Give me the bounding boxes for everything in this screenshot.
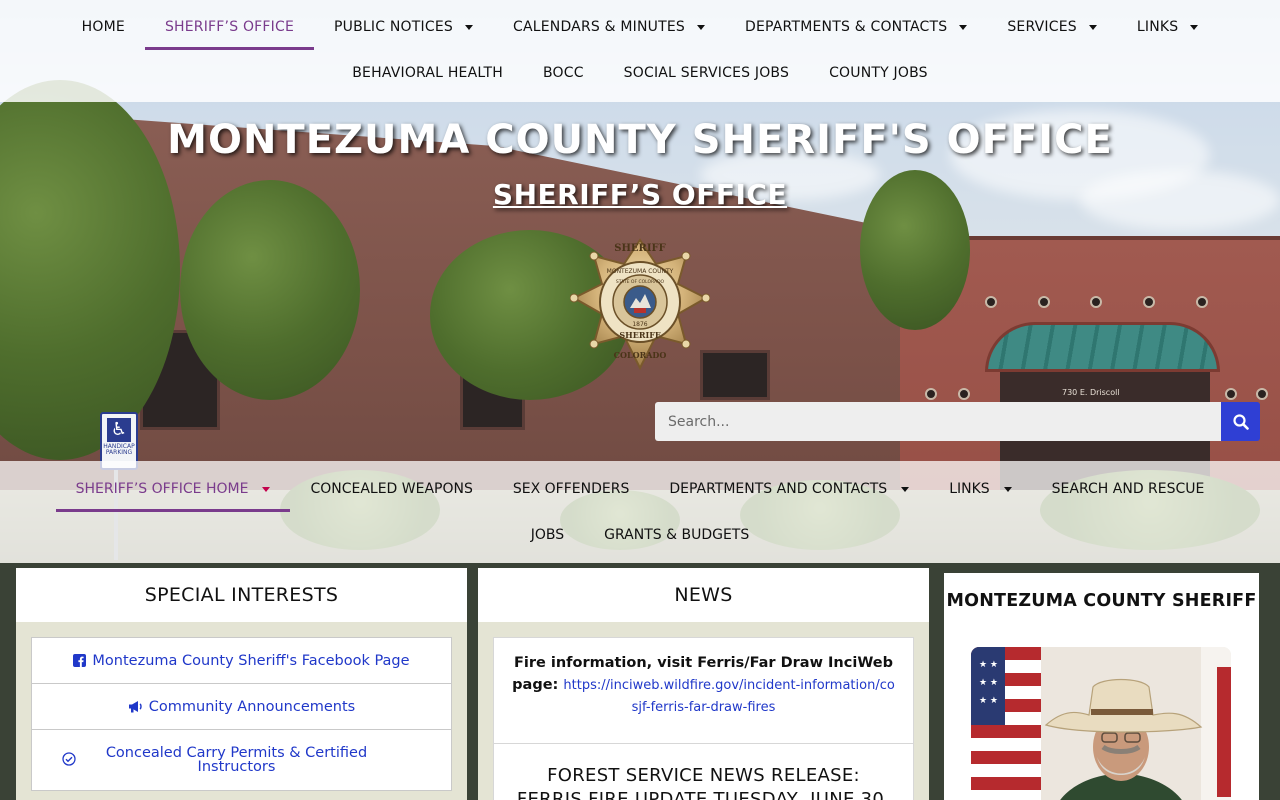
- megaphone-icon: [128, 700, 143, 713]
- facebook-page-link[interactable]: Montezuma County Sheriff's Facebook Page: [31, 637, 452, 684]
- nav-calendars-minutes[interactable]: CALENDARS & MINUTES: [493, 4, 725, 50]
- nav-home-label: HOME: [81, 19, 125, 35]
- search-button[interactable]: [1221, 402, 1260, 441]
- sheriff-heading: MONTEZUMA COUNTY SHERIFF: [946, 591, 1257, 611]
- main-nav-row-2: BEHAVIORAL HEALTH BOCC SOCIAL SERVICES J…: [0, 50, 1280, 96]
- nav-behavioral-health[interactable]: BEHAVIORAL HEALTH: [332, 50, 523, 96]
- entrance-awning: [985, 322, 1220, 372]
- subnav-grants-budgets[interactable]: GRANTS & BUDGETS: [584, 512, 769, 558]
- subnav-search-and-rescue-label: SEARCH AND RESCUE: [1051, 481, 1205, 497]
- caret-down-icon: [901, 486, 910, 492]
- main-nav-row-1: HOME SHERIFF’S OFFICE PUBLIC NOTICES CAL…: [0, 4, 1280, 50]
- subnav-departments-contacts-label: DEPARTMENTS AND CONTACTS: [669, 481, 888, 497]
- subnav-links[interactable]: LINKS: [929, 466, 1031, 512]
- nav-public-notices[interactable]: PUBLIC NOTICES: [314, 4, 493, 50]
- badge-ring2-text: STATE OF COLORADO: [616, 279, 665, 285]
- community-announcements-label: Community Announcements: [148, 698, 356, 715]
- badge-state-text: COLORADO: [614, 350, 667, 360]
- nav-sheriffs-office[interactable]: SHERIFF’S OFFICE: [144, 4, 315, 50]
- search-icon: [1232, 413, 1249, 430]
- news-item-forest-service-release[interactable]: FOREST SERVICE NEWS RELEASE: FERRIS FIRE…: [494, 744, 913, 800]
- concealed-carry-link[interactable]: Concealed Carry Permits & Certified Inst…: [31, 730, 452, 791]
- news-release-title: FOREST SERVICE NEWS RELEASE: FERRIS FIRE…: [516, 765, 891, 800]
- news-panel: NEWS Fire information, visit Ferris/Far …: [478, 568, 929, 800]
- special-interests-heading: SPECIAL INTERESTS: [16, 568, 467, 622]
- nav-bocc[interactable]: BOCC: [523, 50, 604, 96]
- nav-home[interactable]: HOME: [62, 4, 145, 50]
- building-address: 730 E. Driscoll: [1062, 388, 1120, 397]
- svg-text:★ ★: ★ ★: [979, 696, 998, 706]
- check-circle-icon: [62, 752, 76, 766]
- subnav-jobs-label: JOBS: [530, 527, 565, 543]
- subnav-concealed-weapons[interactable]: CONCEALED WEAPONS: [290, 466, 492, 512]
- nav-behavioral-health-label: BEHAVIORAL HEALTH: [352, 65, 503, 81]
- nav-links[interactable]: LINKS: [1117, 4, 1218, 50]
- main-navigation: HOME SHERIFF’S OFFICE PUBLIC NOTICES CAL…: [0, 0, 1280, 102]
- badge-bottom-text: SHERIFF: [619, 330, 661, 340]
- news-list: Fire information, visit Ferris/Far Draw …: [493, 637, 914, 800]
- svg-text:★ ★: ★ ★: [979, 660, 998, 670]
- caret-down-icon: [1088, 24, 1097, 30]
- caret-down-icon: [1003, 486, 1012, 492]
- special-interests-panel: SPECIAL INTERESTS Montezuma County Sheri…: [16, 568, 467, 800]
- nav-departments-contacts[interactable]: DEPARTMENTS & CONTACTS: [725, 4, 987, 50]
- page-subtitle[interactable]: SHERIFF’S OFFICE: [0, 178, 1280, 211]
- caret-down-icon: [959, 24, 968, 30]
- nav-departments-contacts-label: DEPARTMENTS & CONTACTS: [745, 19, 948, 35]
- caret-down-icon: [1190, 24, 1199, 30]
- caret-down-icon: [464, 24, 473, 30]
- subnav-links-label: LINKS: [949, 481, 990, 497]
- nav-social-services-jobs[interactable]: SOCIAL SERVICES JOBS: [604, 50, 809, 96]
- svg-text:★ ★: ★ ★: [979, 678, 998, 688]
- caret-down-icon: [697, 24, 705, 30]
- sub-nav-row-2: JOBS GRANTS & BUDGETS: [0, 512, 1280, 558]
- page-title: MONTEZUMA COUNTY SHERIFF'S OFFICE: [167, 117, 1113, 163]
- community-announcements-link[interactable]: Community Announcements: [31, 684, 452, 730]
- inciweb-link[interactable]: https://inciweb.wildfire.gov/incident-in…: [563, 678, 894, 715]
- sign-text: HANDICAP PARKING: [103, 443, 135, 456]
- nav-county-jobs-label: COUNTY JOBS: [829, 65, 928, 81]
- facebook-page-label: Montezuma County Sheriff's Facebook Page: [92, 652, 410, 669]
- sheriff-portrait-image: ★ ★ ★ ★ ★ ★: [971, 647, 1231, 800]
- subnav-grants-budgets-label: GRANTS & BUDGETS: [604, 527, 750, 543]
- facebook-icon: [73, 654, 87, 667]
- news-item-fire-info: Fire information, visit Ferris/Far Draw …: [494, 638, 913, 744]
- subnav-sex-offenders-label: SEX OFFENDERS: [512, 481, 630, 497]
- badge-top-text: SHERIFF: [614, 243, 665, 254]
- nav-bocc-label: BOCC: [542, 65, 584, 81]
- nav-social-services-jobs-label: SOCIAL SERVICES JOBS: [623, 65, 790, 81]
- nav-links-label: LINKS: [1136, 19, 1179, 35]
- sheriff-sub-navigation: SHERIFF’S OFFICE HOME CONCEALED WEAPONS …: [0, 461, 1280, 563]
- nav-services-label: SERVICES: [1007, 19, 1077, 35]
- news-heading: NEWS: [478, 568, 929, 622]
- subnav-sheriffs-office-home-label: SHERIFF’S OFFICE HOME: [75, 481, 249, 497]
- subnav-sheriffs-office-home[interactable]: SHERIFF’S OFFICE HOME: [55, 466, 291, 512]
- subnav-jobs[interactable]: JOBS: [511, 512, 584, 558]
- news-body: Fire information, visit Ferris/Far Draw …: [478, 622, 929, 800]
- subnav-search-and-rescue[interactable]: SEARCH AND RESCUE: [1032, 466, 1225, 512]
- search-input[interactable]: [655, 402, 1221, 441]
- subnav-concealed-weapons-label: CONCEALED WEAPONS: [310, 481, 473, 497]
- concealed-carry-label: Concealed Carry Permits & Certified Inst…: [105, 745, 368, 775]
- wheelchair-icon: ♿: [107, 418, 131, 442]
- caret-down-icon: [262, 486, 271, 492]
- special-interests-list: Montezuma County Sheriff's Facebook Page…: [31, 637, 452, 791]
- search-form: [655, 402, 1260, 441]
- nav-county-jobs[interactable]: COUNTY JOBS: [809, 50, 948, 96]
- nav-public-notices-label: PUBLIC NOTICES: [334, 19, 453, 35]
- nav-services[interactable]: SERVICES: [987, 4, 1117, 50]
- sub-nav-row-1: SHERIFF’S OFFICE HOME CONCEALED WEAPONS …: [0, 466, 1280, 512]
- sheriff-portrait: ★ ★ ★ ★ ★ ★: [971, 647, 1231, 800]
- badge-year-text: 1876: [632, 321, 647, 328]
- nav-sheriffs-office-label: SHERIFF’S OFFICE: [164, 19, 295, 35]
- subnav-departments-contacts[interactable]: DEPARTMENTS AND CONTACTS: [649, 466, 929, 512]
- nav-calendars-minutes-label: CALENDARS & MINUTES: [512, 19, 685, 35]
- sheriff-badge-logo: SHERIFF MONTEZUMA COUNTY STATE OF COLORA…: [570, 238, 710, 371]
- special-interests-body: Montezuma County Sheriff's Facebook Page…: [16, 622, 467, 800]
- subnav-sex-offenders[interactable]: SEX OFFENDERS: [493, 466, 649, 512]
- sheriff-card: MONTEZUMA COUNTY SHERIFF ★ ★ ★ ★ ★ ★: [944, 573, 1259, 800]
- badge-ring-text: MONTEZUMA COUNTY: [607, 268, 674, 275]
